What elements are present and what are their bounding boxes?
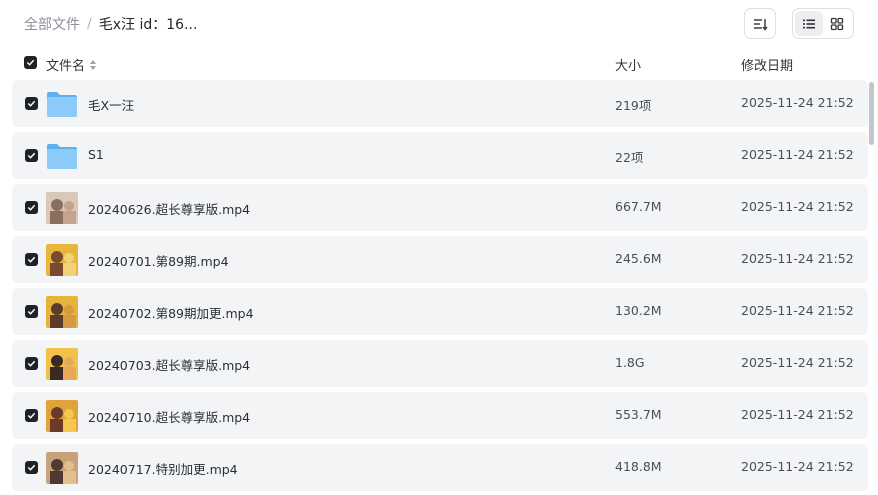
row-checkbox[interactable] [25, 305, 38, 318]
top-bar: 全部文件 / 毛x汪 id：16... [0, 0, 878, 48]
file-row[interactable]: 毛X一汪 219项 2025-11-24 21:52 [12, 80, 868, 127]
file-modified-date: 2025-11-24 21:52 [741, 147, 854, 162]
file-modified-date: 2025-11-24 21:52 [741, 355, 854, 370]
file-size: 219项 [615, 98, 652, 113]
file-size: 245.6M [615, 251, 662, 266]
video-thumbnail [46, 296, 78, 328]
file-list-header: 文件名 大小 修改日期 [12, 52, 868, 76]
file-modified-date: 2025-11-24 21:52 [741, 303, 854, 318]
column-header-modified[interactable]: 修改日期 [741, 55, 793, 74]
check-icon [27, 100, 36, 107]
file-row[interactable]: 20240710.超长尊享版.mp4 553.7M 2025-11-24 21:52 [12, 392, 868, 439]
sort-toggle-icon[interactable] [89, 59, 97, 71]
row-checkbox[interactable] [25, 357, 38, 370]
breadcrumb-current: 毛x汪 id：16... [98, 17, 198, 33]
file-row[interactable]: 20240626.超长尊享版.mp4 667.7M 2025-11-24 21:52 [12, 184, 868, 231]
column-header-size[interactable]: 大小 [615, 55, 641, 74]
row-checkbox[interactable] [25, 201, 38, 214]
video-thumbnail [46, 192, 78, 224]
file-modified-date: 2025-11-24 21:52 [741, 199, 854, 214]
file-row[interactable]: 20240701.第89期.mp4 245.6M 2025-11-24 21:52 [12, 236, 868, 283]
folder-icon [46, 90, 78, 118]
file-size: 22项 [615, 150, 644, 165]
file-modified-date: 2025-11-24 21:52 [741, 251, 854, 266]
file-name[interactable]: 20240701.第89期.mp4 [88, 251, 229, 270]
file-size: 667.7M [615, 199, 662, 214]
grid-view-icon [830, 17, 844, 30]
video-thumbnail [46, 348, 78, 380]
file-name[interactable]: 20240703.超长尊享版.mp4 [88, 355, 250, 374]
breadcrumb-root-link[interactable]: 全部文件 [24, 14, 80, 34]
video-thumbnail [46, 452, 78, 484]
column-header-name[interactable]: 文件名 [46, 55, 97, 74]
column-header-name-label: 文件名 [46, 59, 86, 74]
file-size: 130.2M [615, 303, 662, 318]
check-icon [27, 204, 36, 211]
file-name[interactable]: 20240710.超长尊享版.mp4 [88, 407, 250, 426]
check-icon [27, 256, 36, 263]
check-icon [27, 152, 36, 159]
file-modified-date: 2025-11-24 21:52 [741, 459, 854, 474]
file-size: 553.7M [615, 407, 662, 422]
file-row[interactable]: 20240717.特别加更.mp4 418.8M 2025-11-24 21:52 [12, 444, 868, 491]
row-checkbox[interactable] [25, 253, 38, 266]
file-modified-date: 2025-11-24 21:52 [741, 407, 854, 422]
file-name[interactable]: 20240717.特别加更.mp4 [88, 459, 238, 478]
file-name[interactable]: S1 [88, 147, 104, 162]
video-thumbnail [46, 244, 78, 276]
file-name[interactable]: 毛X一汪 [88, 95, 134, 114]
row-checkbox[interactable] [25, 409, 38, 422]
file-size: 1.8G [615, 355, 645, 370]
breadcrumb: 全部文件 / 毛x汪 id：16... [24, 14, 197, 34]
file-name[interactable]: 20240626.超长尊享版.mp4 [88, 199, 250, 218]
file-list: 毛X一汪 219项 2025-11-24 21:52 S1 22项 2025-11-24 … [12, 80, 868, 495]
view-toggle [792, 8, 854, 39]
check-icon [27, 308, 36, 315]
row-checkbox[interactable] [25, 461, 38, 474]
check-icon [26, 59, 35, 66]
file-row[interactable]: 20240702.第89期加更.mp4 130.2M 2025-11-24 21:5… [12, 288, 868, 335]
select-all-checkbox[interactable] [24, 56, 37, 69]
breadcrumb-separator: / [87, 16, 92, 32]
row-checkbox[interactable] [25, 149, 38, 162]
check-icon [27, 360, 36, 367]
sort-icon [754, 18, 768, 31]
file-modified-date: 2025-11-24 21:52 [741, 95, 854, 110]
check-icon [27, 464, 36, 471]
file-size: 418.8M [615, 459, 662, 474]
check-icon [27, 412, 36, 419]
folder-icon [46, 142, 78, 170]
file-name[interactable]: 20240702.第89期加更.mp4 [88, 303, 254, 322]
list-view-icon [803, 19, 815, 28]
scrollbar[interactable] [869, 82, 874, 145]
row-checkbox[interactable] [25, 97, 38, 110]
file-row[interactable]: S1 22项 2025-11-24 21:52 [12, 132, 868, 179]
sort-button[interactable] [744, 8, 776, 39]
video-thumbnail [46, 400, 78, 432]
file-row[interactable]: 20240703.超长尊享版.mp4 1.8G 2025-11-24 21:52 [12, 340, 868, 387]
grid-view-button[interactable] [823, 11, 851, 36]
list-view-button[interactable] [795, 11, 823, 36]
